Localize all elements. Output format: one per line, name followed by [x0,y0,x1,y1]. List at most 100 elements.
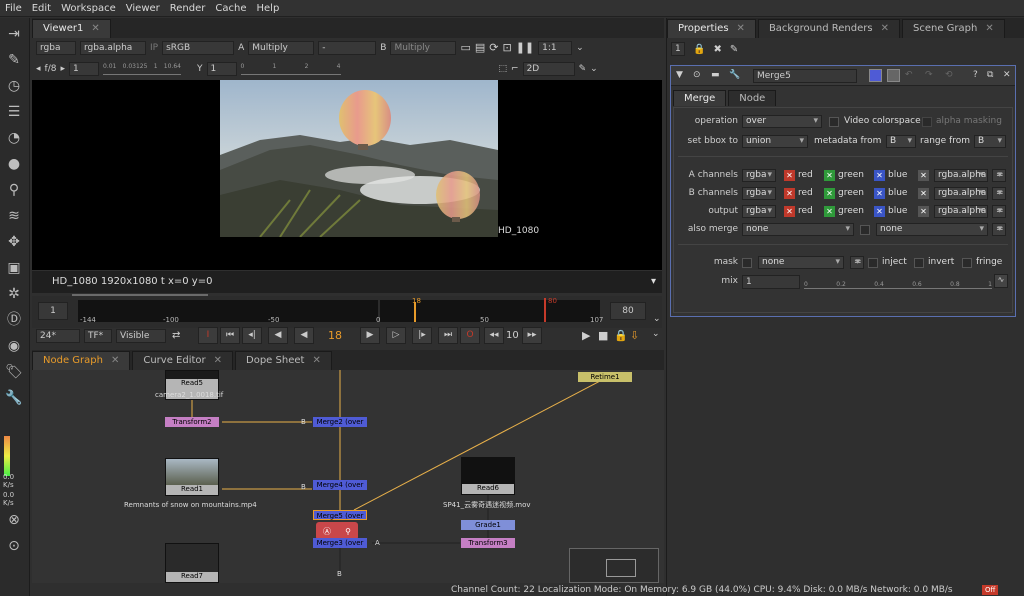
prev-frame-icon[interactable]: ◀ [268,327,288,344]
blue-channel-checkbox[interactable]: ✕ [874,170,885,181]
alpha-select[interactable]: rgba.alpha [80,40,146,55]
fringe-checkbox[interactable] [962,258,972,268]
views-icon[interactable]: ◉ [4,336,24,356]
menu-render[interactable]: Render [165,3,211,14]
max-panels-input[interactable]: 1 [671,42,685,56]
read7-node[interactable]: Read7 [165,543,219,583]
expand-icon[interactable]: ⌄ [653,314,661,324]
bbox-select[interactable]: union [742,135,808,148]
tab-background-renders[interactable]: Background Renders ✕ [757,19,900,38]
also-merge-select[interactable]: none [742,223,854,236]
menu-help[interactable]: Help [252,3,285,14]
expand-icon[interactable]: ⌄ [652,329,660,339]
link-button[interactable]: = [992,205,1006,218]
retime1-node[interactable]: Retime1 [578,372,632,382]
close-icon[interactable]: ✕ [91,20,99,38]
transform2-node[interactable]: Transform2 [165,417,219,427]
video-colorspace-checkbox[interactable] [829,117,839,127]
grade1-node[interactable]: Grade1 [461,520,515,530]
blue-channel-checkbox[interactable]: ✕ [874,188,885,199]
prev-stop-icon[interactable]: ◂ [36,64,41,74]
tab-scene-graph[interactable]: Scene Graph ✕ [901,19,1005,38]
alpha-channel-checkbox[interactable]: ✕ [918,188,929,199]
merge3-node[interactable]: Merge3 (over [313,538,367,548]
menu-viewer[interactable]: Viewer [121,3,165,14]
playhead[interactable] [414,302,416,322]
wipe-icon[interactable]: ▭ [460,41,470,54]
export-icon[interactable]: ⇩ [630,329,639,342]
3d-icon[interactable]: ▣ [4,258,24,278]
close-icon[interactable]: ✕ [1003,70,1011,80]
tab-node[interactable]: Node [728,90,777,106]
overlay-icon[interactable]: ▤ [475,41,485,54]
timeline-end[interactable]: 80 [610,302,646,320]
merge-icon[interactable]: ≋ [4,206,24,226]
edit-icon[interactable]: ✎ [730,44,738,55]
flipbook-icon[interactable]: ▶ [582,329,590,342]
deep-icon[interactable]: Ⓓ [4,310,24,330]
b-mode-select[interactable]: Multiply [390,40,457,55]
node-graph-canvas[interactable]: Read5 camera2_1.0018.tif Transform2 B Me… [32,370,664,583]
a-layer-select[interactable]: rgba [742,169,776,182]
metadata-select[interactable]: B [886,135,916,148]
timeline-track[interactable] [78,300,378,322]
red-channel-checkbox[interactable]: ✕ [784,188,795,199]
transform3-node[interactable]: Transform3 [461,538,515,548]
b-alpha-select[interactable]: rgba.alpha [934,187,988,200]
colorspace-select[interactable]: sRGB [162,40,235,55]
lock-icon[interactable]: 🔒 [614,329,628,342]
tf-select[interactable]: TF* [84,329,112,343]
zoom-select[interactable]: 1:1 [538,40,573,55]
roi-select-icon[interactable]: ⬚ [499,64,508,74]
green-channel-checkbox[interactable]: ✕ [824,170,835,181]
green-channel-checkbox[interactable]: ✕ [824,188,835,199]
pause-icon[interactable]: ❚❚ [516,41,534,54]
close-icon[interactable]: ✕ [111,352,119,370]
furnace-icon[interactable]: ⊙ [4,536,24,556]
merge5-node[interactable]: Merge5 (over [313,510,367,520]
toolsets-icon[interactable]: 🔧 [4,388,24,408]
link-button[interactable]: = [992,187,1006,200]
mask-checkbox[interactable] [742,258,752,268]
ai-icon[interactable]: Ⓐ [323,526,331,537]
particles-icon[interactable]: ✲ [4,284,24,304]
in-point-button[interactable]: I [198,327,218,344]
step-input[interactable]: 10 [506,330,519,341]
output-layer-select[interactable]: rgba [742,205,776,218]
node-name-field[interactable]: Merge5 [753,69,857,83]
prev-key-icon[interactable]: ◂| [242,327,262,344]
read1-node[interactable]: Read1 [165,458,219,496]
menu-file[interactable]: File [0,3,27,14]
viewer-icon[interactable]: ⊙ [693,70,701,80]
next-key-icon[interactable]: |▸ [412,327,432,344]
mix-input[interactable]: 1 [742,275,800,289]
status-badge[interactable]: Off [982,585,999,595]
ip-button[interactable]: IP [150,43,158,53]
blue-channel-checkbox[interactable]: ✕ [874,206,885,217]
info-menu-icon[interactable]: ▾ [651,271,656,293]
bounce-icon[interactable]: ⇄ [172,330,180,341]
close-icon[interactable]: ✕ [881,20,889,38]
gain-input[interactable]: 1 [69,61,99,76]
undo-icon[interactable]: ↶ [905,70,913,80]
draw-icon[interactable]: ✎ [4,50,24,70]
lock-icon[interactable]: 🔒 [693,44,705,55]
tab-merge[interactable]: Merge [673,90,727,106]
metadata-icon[interactable]: 🏷 [4,362,24,382]
green-channel-checkbox[interactable]: ✕ [824,206,835,217]
out-point-button[interactable]: O [460,327,480,344]
pen-icon[interactable]: ✎ [579,64,587,74]
invert-checkbox[interactable] [914,258,924,268]
alpha-masking-checkbox[interactable] [922,117,932,127]
link-button[interactable]: = [992,223,1006,236]
time-icon[interactable]: ◷ [4,76,24,96]
last-frame-icon[interactable]: ⏭ [438,327,458,344]
first-frame-icon[interactable]: ⏮ [220,327,240,344]
curve-icon[interactable]: ∿ [994,274,1008,288]
image-tools-icon[interactable]: ⇥ [4,24,24,44]
a-input-select[interactable]: - [318,40,377,55]
red-channel-checkbox[interactable]: ✕ [784,170,795,181]
also-merge-select-2[interactable]: none [876,223,988,236]
close-icon[interactable]: ✕ [214,352,222,370]
axis-icon[interactable]: ⌐ [511,64,519,74]
